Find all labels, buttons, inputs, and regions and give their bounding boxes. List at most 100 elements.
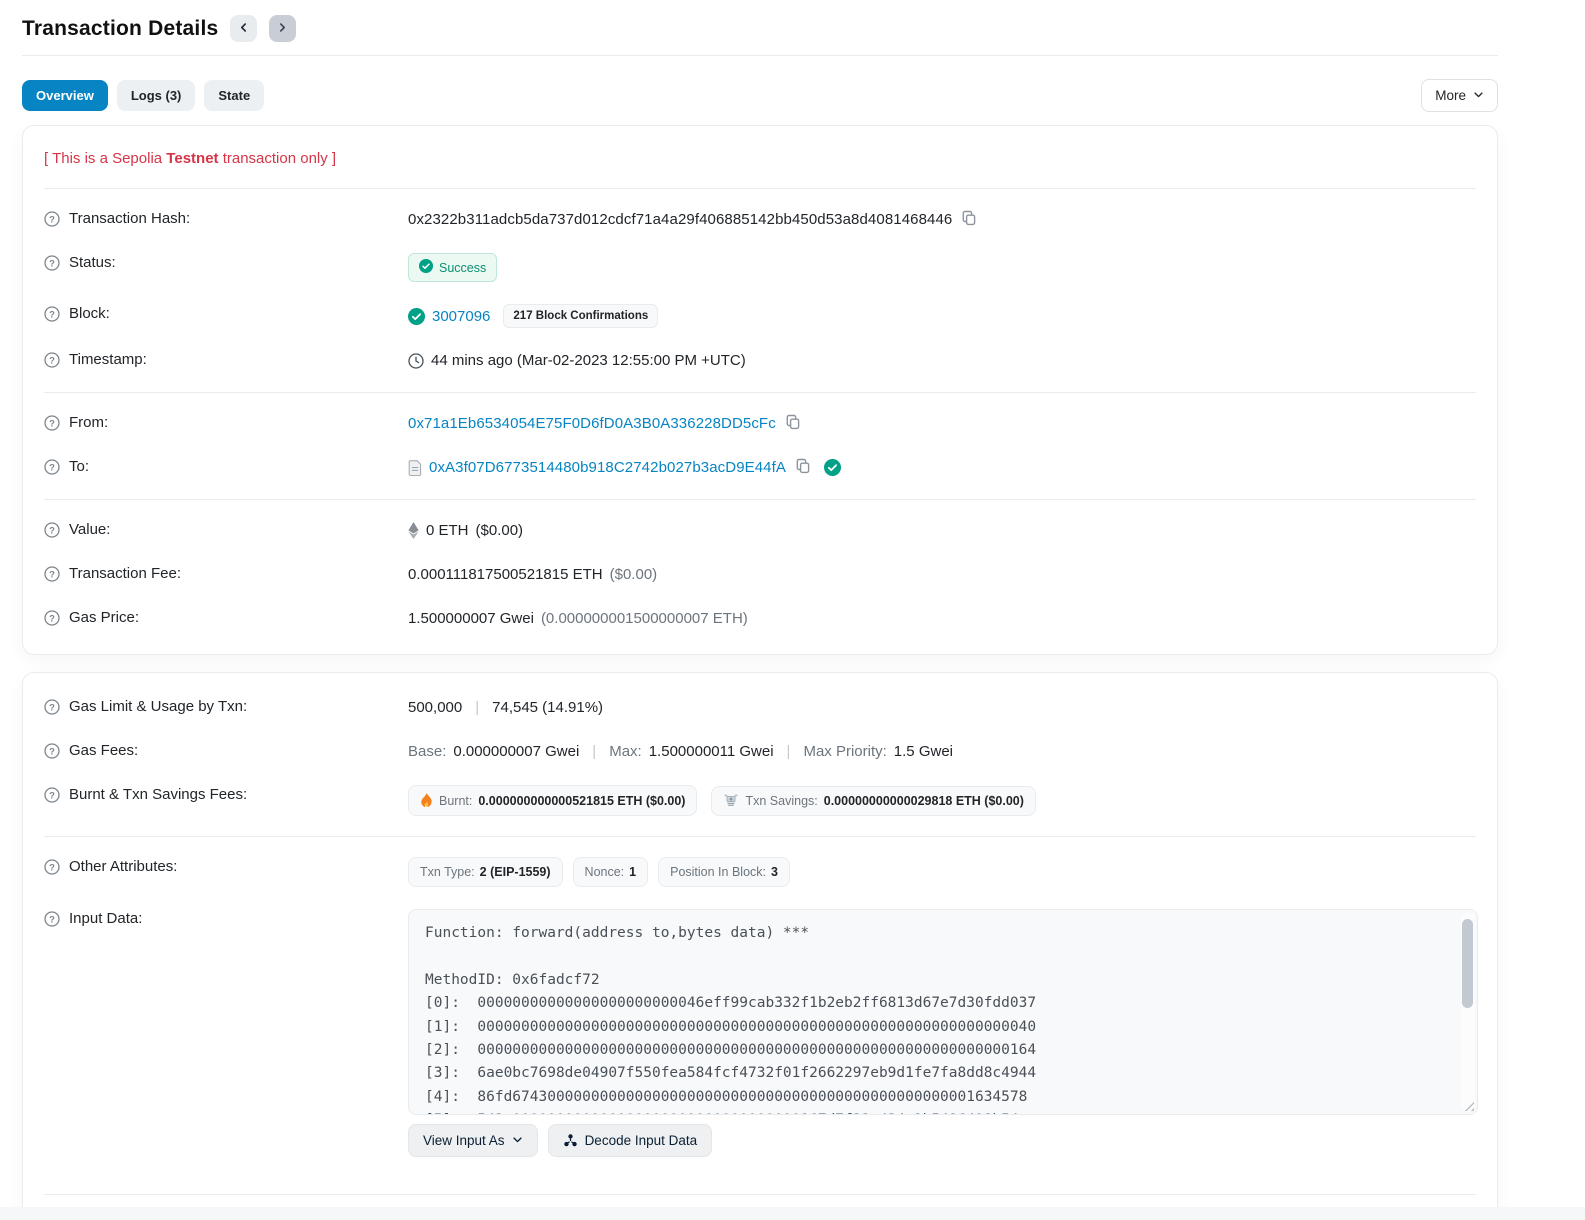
timestamp-row: ? Timestamp: 44 mins ago (Mar-02-2023 12… bbox=[44, 339, 1476, 383]
from-address-link[interactable]: 0x71a1Eb6534054E75F0D6fD0A3B0A336228DD5c… bbox=[408, 415, 776, 432]
transaction-summary-card: [ This is a Sepolia Testnet transaction … bbox=[22, 125, 1498, 655]
copy-icon bbox=[795, 458, 811, 477]
to-address-link[interactable]: 0xA3f07D6773514480b918C2742b027b3acD9E44… bbox=[429, 459, 786, 476]
txn-type-label: Txn Type: bbox=[420, 865, 475, 879]
help-icon[interactable]: ? bbox=[44, 610, 60, 630]
value-row: ? Value: 0 ETH ($0.00) bbox=[44, 509, 1476, 553]
help-icon[interactable]: ? bbox=[44, 211, 60, 231]
gas-price-row: ? Gas Price: 1.500000007 Gwei (0.0000000… bbox=[44, 597, 1476, 641]
svg-text:?: ? bbox=[49, 214, 55, 225]
gas-price-label: Gas Price: bbox=[69, 609, 140, 626]
input-data-textarea[interactable]: Function: forward(address to,bytes data)… bbox=[408, 909, 1478, 1115]
transaction-fee-amount: 0.000111817500521815 ETH bbox=[408, 566, 603, 583]
copy-from-address-button[interactable] bbox=[783, 414, 803, 433]
transaction-fee-label: Transaction Fee: bbox=[69, 565, 181, 582]
help-icon[interactable]: ? bbox=[44, 699, 60, 719]
separator: | bbox=[786, 743, 791, 760]
help-icon[interactable]: ? bbox=[44, 306, 60, 326]
gas-fees-label: Gas Fees: bbox=[69, 742, 139, 759]
transaction-hash-label: Transaction Hash: bbox=[69, 210, 191, 227]
to-label: To: bbox=[69, 458, 90, 475]
nonce-value: 1 bbox=[629, 865, 637, 879]
timestamp-label: Timestamp: bbox=[69, 351, 147, 368]
money-wings-icon bbox=[723, 794, 739, 807]
scrollbar-thumb[interactable] bbox=[1462, 919, 1473, 1008]
burnt-savings-row: ? Burnt & Txn Savings Fees: Burnt: 0.000… bbox=[44, 774, 1476, 827]
input-data-line: [2]: 00000000000000000000000000000000000… bbox=[425, 1042, 1037, 1059]
svg-text:?: ? bbox=[49, 258, 55, 269]
decode-input-data-button[interactable]: Decode Input Data bbox=[547, 1124, 713, 1157]
view-input-as-label: View Input As bbox=[423, 1133, 505, 1148]
tab-state[interactable]: State bbox=[204, 80, 265, 111]
scrollbar-track[interactable] bbox=[1461, 912, 1475, 1112]
input-data-line: [3]: 6ae0bc7698de04907f550fea584fcf4732f… bbox=[425, 1065, 1037, 1082]
input-data-label: Input Data: bbox=[69, 910, 143, 927]
previous-transaction-button[interactable] bbox=[230, 15, 258, 42]
input-data-line bbox=[425, 945, 1443, 968]
status-badge-label: Success bbox=[439, 260, 487, 275]
svg-text:?: ? bbox=[49, 613, 55, 624]
separator: | bbox=[475, 699, 480, 716]
next-transaction-button[interactable] bbox=[269, 15, 297, 42]
testnet-notice: [ This is a Sepolia Testnet transaction … bbox=[44, 126, 1476, 188]
status-row: ? Status: Success bbox=[44, 242, 1476, 293]
txn-type-value: 2 (EIP-1559) bbox=[479, 865, 551, 879]
tab-logs[interactable]: Logs (3) bbox=[116, 80, 196, 111]
separator: | bbox=[592, 743, 597, 760]
svg-text:?: ? bbox=[49, 355, 55, 366]
svg-text:?: ? bbox=[49, 525, 55, 536]
block-row: ? Block: 3007096 217 Block Confirmations bbox=[44, 293, 1476, 339]
copy-icon bbox=[961, 210, 977, 229]
block-finalized-check-icon bbox=[408, 307, 425, 325]
svg-text:?: ? bbox=[49, 862, 55, 873]
chevron-left-icon bbox=[238, 21, 249, 36]
help-icon[interactable]: ? bbox=[44, 859, 60, 879]
more-dropdown-button[interactable]: More bbox=[1421, 79, 1498, 112]
view-input-as-button[interactable]: View Input As bbox=[408, 1124, 538, 1157]
testnet-notice-bold: Testnet bbox=[166, 150, 219, 167]
copy-hash-button[interactable] bbox=[959, 210, 979, 229]
status-badge: Success bbox=[408, 253, 498, 282]
chevron-down-icon bbox=[512, 1133, 523, 1148]
gas-limit-label: Gas Limit & Usage by Txn: bbox=[69, 698, 248, 715]
page-title: Transaction Details bbox=[22, 16, 219, 40]
decode-input-data-label: Decode Input Data bbox=[584, 1133, 698, 1148]
txn-type-badge: Txn Type: 2 (EIP-1559) bbox=[408, 857, 563, 887]
gas-limit-row: ? Gas Limit & Usage by Txn: 500,000 | 74… bbox=[44, 686, 1476, 730]
chevron-down-icon bbox=[1473, 88, 1484, 103]
transaction-hash-value: 0x2322b311adcb5da737d012cdcf71a4a29f4068… bbox=[408, 211, 953, 228]
help-icon[interactable]: ? bbox=[44, 415, 60, 435]
page-background-strip bbox=[0, 1207, 1585, 1220]
value-amount: 0 ETH bbox=[426, 522, 469, 539]
contract-file-icon bbox=[408, 459, 422, 476]
position-in-block-badge: Position In Block: 3 bbox=[658, 857, 790, 887]
tab-overview[interactable]: Overview bbox=[22, 80, 108, 111]
copy-to-address-button[interactable] bbox=[793, 458, 813, 477]
position-in-block-value: 3 bbox=[771, 865, 778, 879]
help-icon[interactable]: ? bbox=[44, 566, 60, 586]
nonce-badge: Nonce: 1 bbox=[572, 857, 649, 887]
help-icon[interactable]: ? bbox=[44, 352, 60, 372]
other-attributes-label: Other Attributes: bbox=[69, 858, 178, 875]
base-fee-label: Base: bbox=[408, 743, 447, 760]
help-icon[interactable]: ? bbox=[44, 743, 60, 763]
help-icon[interactable]: ? bbox=[44, 787, 60, 807]
max-fee-value: 1.500000011 Gwei bbox=[648, 743, 774, 760]
other-attributes-row: ? Other Attributes: Txn Type: 2 (EIP-155… bbox=[44, 846, 1476, 898]
help-icon[interactable]: ? bbox=[44, 911, 60, 931]
tabs-row: Overview Logs (3) State More bbox=[22, 79, 1498, 112]
from-label: From: bbox=[69, 414, 109, 431]
decode-icon bbox=[563, 1133, 578, 1148]
input-data-line: [5]: 543a0000000000000000000000000000000… bbox=[425, 1109, 1443, 1114]
svg-text:?: ? bbox=[49, 462, 55, 473]
input-data-line: Function: forward(address to,bytes data)… bbox=[425, 925, 810, 941]
help-icon[interactable]: ? bbox=[44, 459, 60, 479]
input-data-row: ? Input Data: Function: forward(address … bbox=[44, 898, 1478, 1168]
txn-savings-label: Txn Savings: bbox=[745, 793, 818, 808]
block-number-link[interactable]: 3007096 bbox=[432, 308, 490, 325]
max-fee-label: Max: bbox=[609, 743, 642, 760]
nonce-label: Nonce: bbox=[584, 865, 625, 879]
help-icon[interactable]: ? bbox=[44, 522, 60, 542]
chevron-right-icon bbox=[277, 21, 288, 36]
help-icon[interactable]: ? bbox=[44, 255, 60, 275]
